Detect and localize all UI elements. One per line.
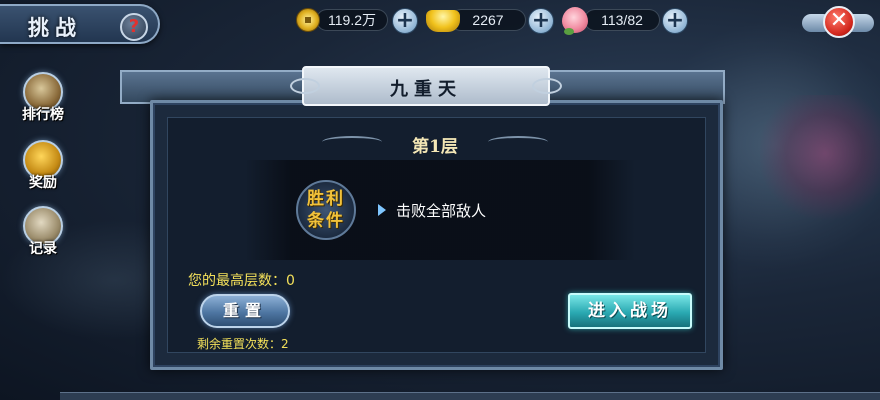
remaining-resets-label: 剩余重置次数：2: [197, 337, 289, 351]
peach-icon: [562, 7, 588, 35]
arrow-right-icon: [378, 204, 386, 216]
gold-ingot-icon: [426, 10, 460, 32]
victory-condition-label: 胜利条件: [307, 189, 345, 231]
sidebar-item-ranking[interactable]: 排行榜: [14, 72, 72, 128]
sidebar-item-label: 记录: [29, 241, 57, 257]
resource-peach: 113/82 +: [562, 6, 692, 35]
bottom-bar: [60, 392, 880, 400]
best-floor-label: 您的最高层数：0: [188, 273, 295, 289]
close-button[interactable]: ✕: [802, 6, 874, 40]
sidebar-item-records[interactable]: 记录: [14, 206, 72, 262]
dialog-title: 九重天: [390, 79, 462, 100]
page-title: 挑战: [28, 15, 82, 40]
add-peach-button[interactable]: +: [662, 8, 688, 34]
header-title-tab: 挑战 ?: [0, 4, 160, 44]
close-icon: ✕: [823, 6, 855, 38]
copper-coin-icon: [296, 8, 320, 32]
resource-gold: 2267 +: [426, 6, 556, 34]
enter-battle-button[interactable]: 进入战场: [568, 293, 692, 329]
victory-condition-text: 击败全部敌人: [396, 202, 487, 220]
sidebar-item-rewards[interactable]: 奖励: [14, 140, 72, 196]
resource-peach-value: 113/82: [584, 9, 660, 31]
add-copper-button[interactable]: +: [392, 8, 418, 34]
resource-copper-value: 119.2万: [316, 9, 388, 31]
background-blossom-tree: [760, 95, 880, 225]
question-icon: ?: [128, 16, 140, 37]
resource-gold-value: 2267: [450, 9, 526, 31]
help-button[interactable]: ?: [120, 13, 148, 41]
floor-ornament-left: [322, 136, 382, 148]
add-gold-button[interactable]: +: [528, 8, 554, 34]
floor-ornament-right: [488, 136, 548, 148]
floor-title: 第1层: [412, 137, 458, 157]
sidebar-item-label: 奖励: [29, 175, 57, 191]
sidebar-item-label: 排行榜: [22, 107, 64, 123]
resource-copper: 119.2万 +: [296, 6, 421, 34]
reset-button[interactable]: 重置: [200, 294, 290, 328]
